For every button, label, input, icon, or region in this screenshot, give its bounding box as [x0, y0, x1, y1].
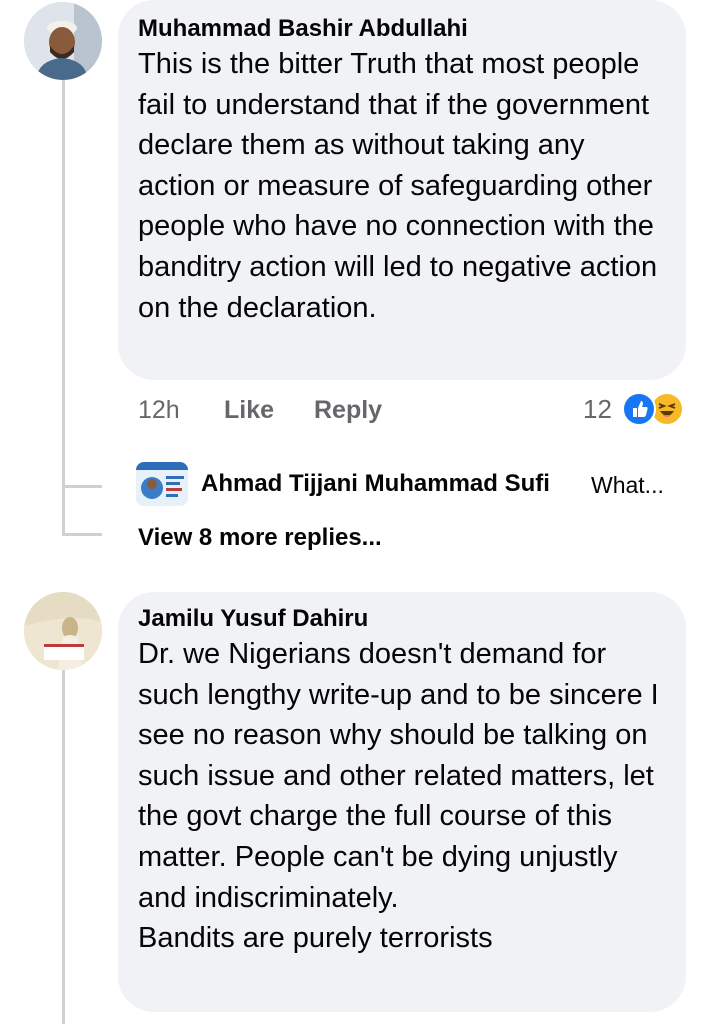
thread-line — [62, 80, 65, 485]
avatar-ahmad-tijjani-muhammad-sufi[interactable] — [136, 462, 188, 506]
view-more-replies-link[interactable]: View 8 more replies... — [138, 524, 382, 552]
reaction-count: 12 — [583, 394, 612, 424]
comment-bubble[interactable]: Muhammad Bashir Abdullahi This is the bi… — [118, 0, 686, 380]
thread-line — [62, 670, 65, 1024]
reply-author[interactable]: Ahmad Tijjani Muhammad Sufi — [201, 470, 550, 498]
thread-branch-line — [62, 533, 102, 536]
thread-branch-line — [62, 485, 102, 488]
reply-button[interactable]: Reply — [314, 396, 382, 425]
avatar-jamilu-yusuf-dahiru[interactable] — [24, 592, 102, 670]
comment-timestamp: 12h — [138, 396, 180, 424]
person-photo-icon — [24, 2, 102, 80]
like-icon — [622, 392, 656, 426]
comment-author[interactable]: Muhammad Bashir Abdullahi — [138, 14, 662, 44]
comment-author[interactable]: Jamilu Yusuf Dahiru — [138, 604, 662, 634]
person-photo-icon — [24, 592, 102, 670]
reply-snippet: What... — [591, 472, 664, 498]
comment-actions: 12h Like Reply — [138, 396, 438, 428]
profile-banner-icon — [136, 462, 188, 506]
comments-section: Muhammad Bashir Abdullahi This is the bi… — [0, 0, 708, 1024]
comment-bubble[interactable]: Jamilu Yusuf Dahiru Dr. we Nigerians doe… — [118, 592, 686, 1012]
comment-text: Dr. we Nigerians doesn't demand for such… — [138, 638, 659, 955]
avatar-muhammad-bashir-abdullahi[interactable] — [24, 2, 102, 80]
comment-text: This is the bitter Truth that most peopl… — [138, 48, 666, 324]
thread-line — [62, 488, 65, 533]
like-button[interactable]: Like — [224, 396, 274, 425]
